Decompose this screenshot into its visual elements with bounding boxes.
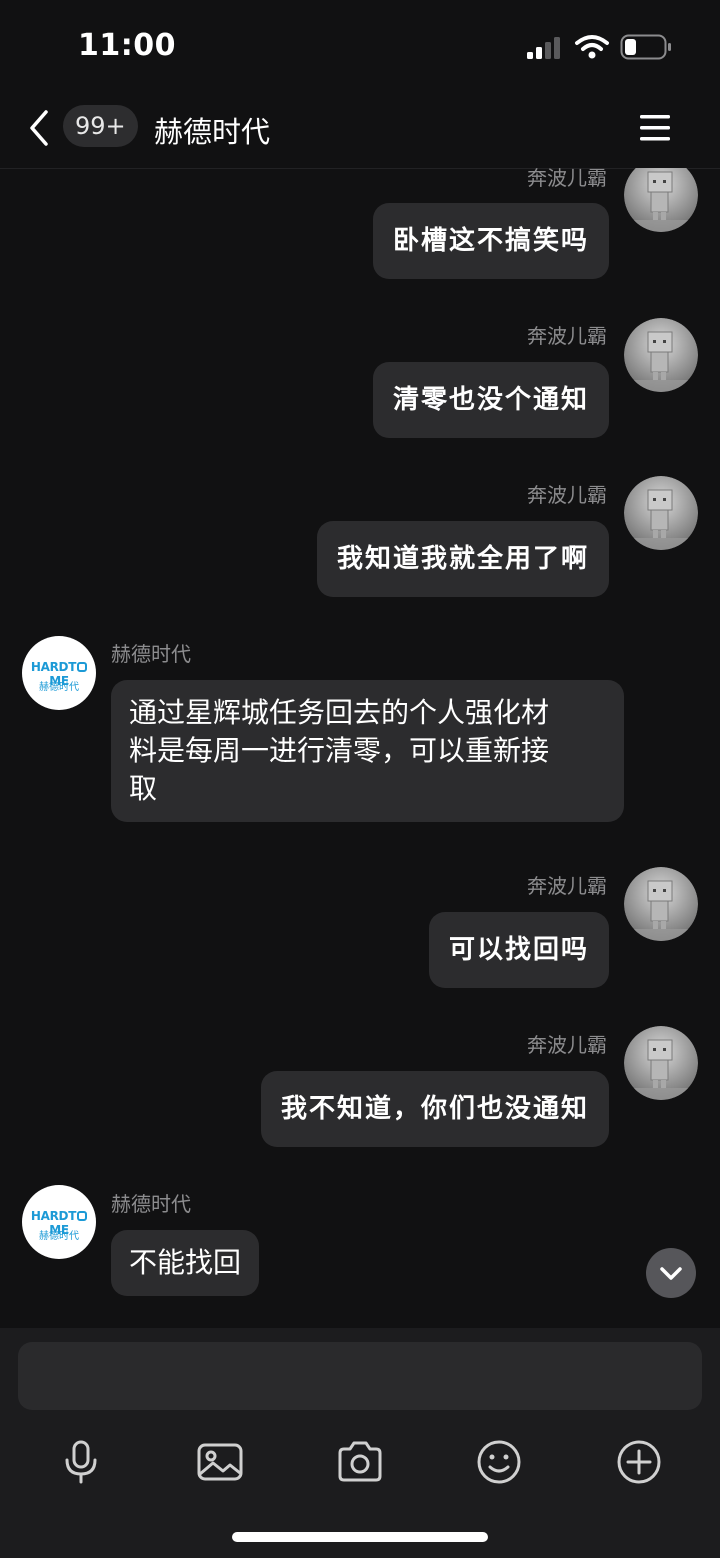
plus-icon[interactable] bbox=[615, 1438, 663, 1486]
message-bubble[interactable]: 我知道我就全用了啊 bbox=[316, 521, 609, 597]
sender-name: 奔波儿霸 bbox=[527, 874, 607, 898]
official-logo-avatar[interactable]: HARDTME 赫德时代 bbox=[22, 636, 96, 710]
message-line: 料是每周一进行清零，可以重新接 bbox=[129, 734, 550, 767]
conversation-header: 99+ 赫德时代 bbox=[0, 96, 720, 169]
back-arrow-icon[interactable] bbox=[24, 108, 54, 148]
menu-icon[interactable] bbox=[638, 112, 672, 144]
camera-icon[interactable] bbox=[336, 1438, 384, 1486]
scroll-to-bottom-button[interactable] bbox=[646, 1248, 696, 1298]
battery-icon bbox=[620, 34, 671, 60]
user-avatar[interactable] bbox=[624, 1026, 698, 1100]
home-indicator[interactable] bbox=[232, 1532, 488, 1542]
user-avatar[interactable] bbox=[624, 476, 698, 550]
page-title: 赫德时代 bbox=[154, 115, 271, 149]
emoji-icon[interactable] bbox=[475, 1438, 523, 1486]
chevron-down-icon bbox=[660, 1267, 682, 1280]
sender-name: 奔波儿霸 bbox=[527, 324, 607, 348]
message-line: 不能找回 bbox=[129, 1246, 242, 1279]
sender-name: 奔波儿霸 bbox=[527, 483, 607, 507]
sender-name: 赫德时代 bbox=[111, 1192, 191, 1216]
image-icon[interactable] bbox=[196, 1438, 244, 1486]
sender-name: 奔波儿霸 bbox=[527, 1033, 607, 1057]
message-input[interactable] bbox=[18, 1342, 702, 1410]
status-bar: 11:00 bbox=[0, 0, 720, 96]
message-bubble[interactable]: 可以找回吗 bbox=[428, 912, 609, 988]
logo-subtitle: 赫德时代 bbox=[39, 682, 79, 693]
message-bubble[interactable]: 清零也没个通知 bbox=[372, 362, 609, 438]
user-avatar[interactable] bbox=[624, 168, 698, 232]
message-bubble[interactable]: 不能找回 bbox=[111, 1230, 260, 1296]
user-avatar[interactable] bbox=[624, 867, 698, 941]
message-list[interactable]: 奔波儿霸 卧槽这不搞笑吗 奔波儿霸 清零也没个通知 奔波儿霸 我知道我就全用了啊… bbox=[0, 168, 720, 1328]
logo-subtitle: 赫德时代 bbox=[39, 1231, 79, 1242]
unread-count-badge[interactable]: 99+ bbox=[63, 105, 138, 147]
composer bbox=[0, 1328, 720, 1558]
message-bubble[interactable]: 我不知道，你们也没通知 bbox=[260, 1071, 609, 1147]
user-avatar[interactable] bbox=[624, 318, 698, 392]
message-bubble[interactable]: 通过星辉城任务回去的个人强化材 料是每周一进行清零，可以重新接 取 bbox=[111, 680, 624, 822]
wifi-icon bbox=[575, 35, 609, 59]
mic-icon[interactable] bbox=[57, 1438, 105, 1486]
official-logo-avatar[interactable]: HARDTME 赫德时代 bbox=[22, 1185, 96, 1259]
status-time: 11:00 bbox=[78, 28, 176, 63]
message-line: 通过星辉城任务回去的个人强化材 bbox=[129, 696, 550, 729]
message-bubble[interactable]: 卧槽这不搞笑吗 bbox=[372, 203, 609, 279]
sender-name: 奔波儿霸 bbox=[527, 168, 607, 190]
cellular-signal-icon bbox=[527, 37, 560, 59]
message-line: 取 bbox=[129, 772, 158, 805]
sender-name: 赫德时代 bbox=[111, 642, 191, 666]
